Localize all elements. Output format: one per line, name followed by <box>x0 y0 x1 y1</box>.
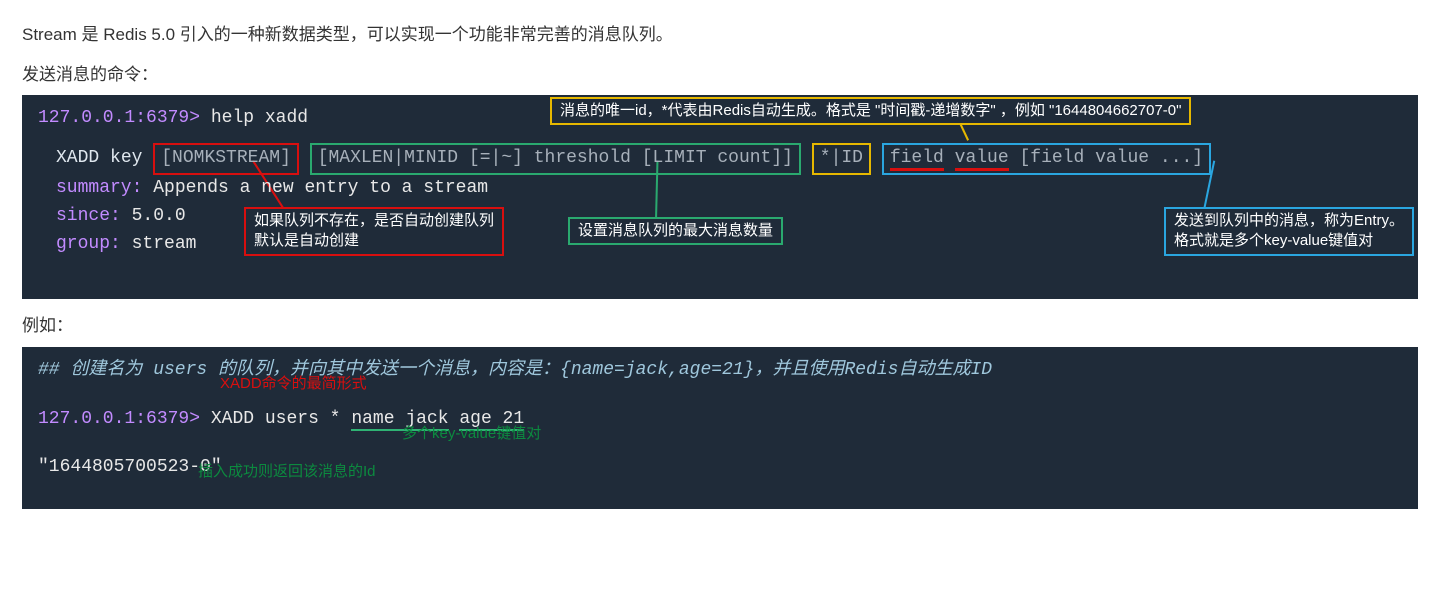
anno-kv-pairs: 多个key-value键值对 <box>402 423 541 446</box>
help-command: help xadd <box>211 108 308 128</box>
group-value: stream <box>132 234 197 254</box>
example-comment: ## 创建名为 users 的队列，并向其中发送一个消息，内容是：{name=j… <box>38 360 992 380</box>
nomkstream-option: [NOMKSTREAM] <box>153 143 299 175</box>
summary-value: Appends a new entry to a stream <box>153 178 488 198</box>
since-value: 5.0.0 <box>132 206 186 226</box>
value-token: value <box>955 148 1009 171</box>
group-key: group: <box>56 234 121 254</box>
note-nomkstream-l2: 默认是自动创建 <box>254 232 359 249</box>
more-fields-token: [field value ...] <box>1019 148 1203 168</box>
xadd-keyword: XADD <box>56 148 99 168</box>
summary-key: summary: <box>56 178 142 198</box>
note-entry-l2: 格式就是多个key-value键值对 <box>1174 232 1373 249</box>
prompt-2: 127.0.0.1:6379> <box>38 409 200 429</box>
xadd-args-key-star: users * <box>265 409 341 429</box>
field-value-group: field value [field value ...] <box>882 143 1211 175</box>
maxlen-option: [MAXLEN|MINID [=|~] threshold [LIMIT cou… <box>310 143 801 175</box>
since-key: since: <box>56 206 121 226</box>
note-nomkstream-l1: 如果队列不存在，是否自动创建队列 <box>254 212 494 229</box>
terminal-xadd-example: ## 创建名为 users 的队列，并向其中发送一个消息，内容是：{name=j… <box>22 347 1418 509</box>
anno-simplest-form: XADD命令的最简形式 <box>220 373 367 396</box>
note-entry-l1: 发送到队列中的消息，称为Entry。 <box>1174 212 1404 229</box>
xadd-cmd-2: XADD <box>211 409 254 429</box>
prompt: 127.0.0.1:6379> <box>38 108 200 128</box>
note-maxlen: 设置消息队列的最大消息数量 <box>568 217 783 245</box>
note-entry-format: 发送到队列中的消息，称为Entry。 格式就是多个key-value键值对 <box>1164 207 1414 256</box>
key-arg: key <box>110 148 142 168</box>
terminal-help-xadd: 消息的唯一id，*代表由Redis自动生成。格式是 "时间戳-递增数字" ，例如… <box>22 95 1418 299</box>
field-token: field <box>890 148 944 171</box>
send-command-label: 发送消息的命令： <box>22 62 1418 88</box>
intro-text: Stream 是 Redis 5.0 引入的一种新数据类型，可以实现一个功能非常… <box>22 22 1418 48</box>
xadd-return-id: "1644805700523-0" <box>38 457 222 477</box>
anno-return-id: 插入成功则返回该消息的Id <box>198 461 376 484</box>
note-nomkstream: 如果队列不存在，是否自动创建队列 默认是自动创建 <box>244 207 504 256</box>
example-label: 例如： <box>22 313 1418 339</box>
id-option: *|ID <box>812 143 871 175</box>
